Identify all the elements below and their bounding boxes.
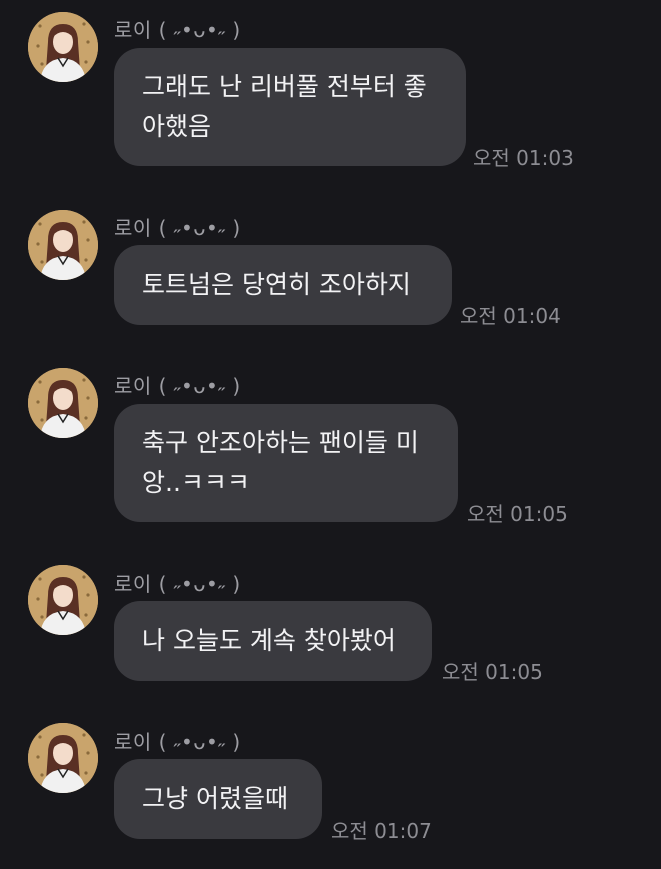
message-time: 오전 01:03	[473, 146, 574, 170]
avatar[interactable]	[28, 723, 98, 793]
avatar-image	[28, 210, 98, 280]
message-time: 오전 01:04	[460, 304, 561, 328]
sender-name: 로이 ( ˶•ᴗ•˶ )	[114, 730, 241, 754]
avatar[interactable]	[28, 565, 98, 635]
avatar[interactable]	[28, 12, 98, 82]
avatar-image	[28, 723, 98, 793]
chat-message-list: 로이 ( ˶•ᴗ•˶ ) 그래도 난 리버풀 전부터 좋 아했음 오전 01:0…	[0, 0, 661, 869]
sender-name: 로이 ( ˶•ᴗ•˶ )	[114, 18, 241, 42]
sender-name: 로이 ( ˶•ᴗ•˶ )	[114, 216, 241, 240]
message-time: 오전 01:05	[442, 660, 543, 684]
avatar-image	[28, 565, 98, 635]
avatar-image	[28, 368, 98, 438]
sender-name: 로이 ( ˶•ᴗ•˶ )	[114, 374, 241, 398]
message-bubble[interactable]: 토트넘은 당연히 조아하지	[114, 245, 452, 325]
avatar[interactable]	[28, 210, 98, 280]
avatar[interactable]	[28, 368, 98, 438]
message-time: 오전 01:07	[331, 819, 432, 843]
message-bubble[interactable]: 나 오늘도 계속 찾아봤어	[114, 601, 432, 681]
sender-name: 로이 ( ˶•ᴗ•˶ )	[114, 572, 241, 596]
message-bubble[interactable]: 그냥 어렸을때	[114, 759, 322, 839]
message-time: 오전 01:05	[467, 502, 568, 526]
message-bubble[interactable]: 축구 안조아하는 팬이들 미 앙..ㅋㅋㅋ	[114, 404, 458, 522]
avatar-image	[28, 12, 98, 82]
message-bubble[interactable]: 그래도 난 리버풀 전부터 좋 아했음	[114, 48, 466, 166]
